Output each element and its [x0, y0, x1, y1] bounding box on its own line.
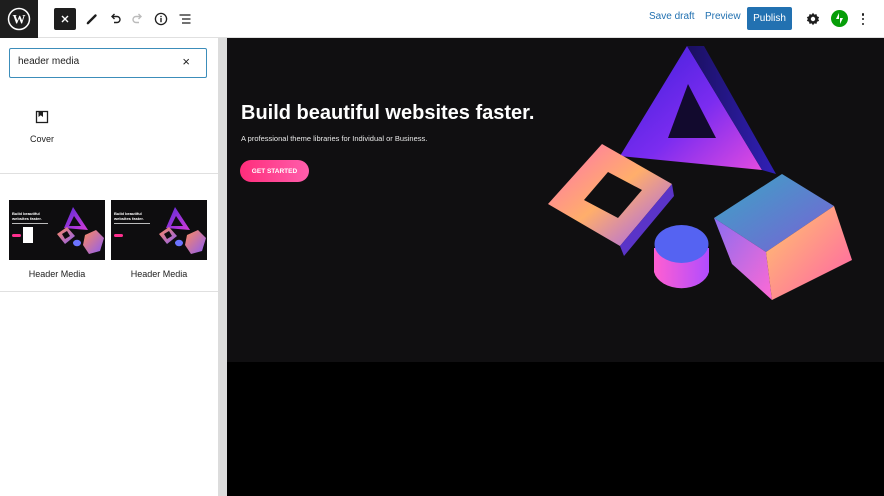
- editor-app: W Save draft Preview Publish header medi…: [0, 0, 884, 496]
- pattern-thumbnail: Build beautiful websites faster.: [111, 200, 207, 260]
- pattern-thumbnail: Build beautiful websites faster.: [9, 200, 105, 260]
- publish-button[interactable]: Publish: [747, 7, 792, 30]
- info-icon: [154, 12, 168, 26]
- pattern-item[interactable]: Build beautiful websites faster. Header …: [9, 200, 105, 280]
- wordpress-logo-icon[interactable]: W: [0, 0, 38, 38]
- details-button[interactable]: [150, 8, 172, 30]
- list-view-icon: [179, 14, 191, 24]
- preview-button[interactable]: Preview: [705, 11, 741, 22]
- get-started-button[interactable]: GET STARTED: [240, 160, 309, 182]
- pencil-icon: [86, 14, 97, 25]
- more-options-icon[interactable]: [858, 10, 868, 28]
- tools-button[interactable]: [81, 8, 103, 30]
- list-view-button[interactable]: [174, 8, 196, 30]
- cover-block[interactable]: Build beautiful websites faster. A profe…: [227, 38, 884, 362]
- pattern-thumb-title: Build beautiful websites faster.: [12, 211, 42, 221]
- hero-subtitle[interactable]: A professional theme libraries for Indiv…: [241, 134, 427, 143]
- pattern-thumb-title: Build beautiful websites faster.: [114, 211, 144, 221]
- jetpack-icon[interactable]: [831, 10, 848, 27]
- top-toolbar: W Save draft Preview Publish: [0, 0, 884, 38]
- pattern-art-image: [159, 207, 206, 254]
- redo-icon: [132, 13, 142, 24]
- sidebar-scrollbar[interactable]: [218, 38, 227, 496]
- search-box[interactable]: ×: [9, 48, 207, 78]
- undo-button[interactable]: [104, 8, 126, 30]
- pattern-label: Header Media: [28, 269, 86, 279]
- pattern-item[interactable]: Build beautiful websites faster. Header …: [111, 200, 207, 280]
- undo-icon: [111, 13, 121, 24]
- hero-3d-shapes-image: [548, 46, 852, 300]
- block-item-label: Cover: [29, 134, 54, 144]
- pattern-art-image: [57, 207, 104, 254]
- block-item-cover[interactable]: Cover: [22, 110, 62, 160]
- settings-button[interactable]: [802, 8, 824, 30]
- save-draft-button[interactable]: Save draft: [649, 11, 695, 22]
- close-icon: [61, 15, 69, 23]
- search-input[interactable]: [18, 56, 168, 67]
- clear-search-icon[interactable]: ×: [182, 55, 190, 69]
- divider: [0, 291, 218, 292]
- block-inserter-panel: × Cover Build beautiful websites faster.: [0, 38, 218, 496]
- cover-block-icon: [35, 110, 49, 124]
- settings-gear-icon: [806, 12, 820, 26]
- divider: [0, 173, 218, 174]
- close-inserter-button[interactable]: [54, 8, 76, 30]
- redo-button[interactable]: [127, 8, 149, 30]
- pattern-label: Header Media: [130, 269, 188, 279]
- svg-text:W: W: [13, 12, 26, 27]
- hero-heading[interactable]: Build beautiful websites faster.: [241, 102, 534, 125]
- editor-canvas[interactable]: Build beautiful websites faster. A profe…: [227, 38, 884, 496]
